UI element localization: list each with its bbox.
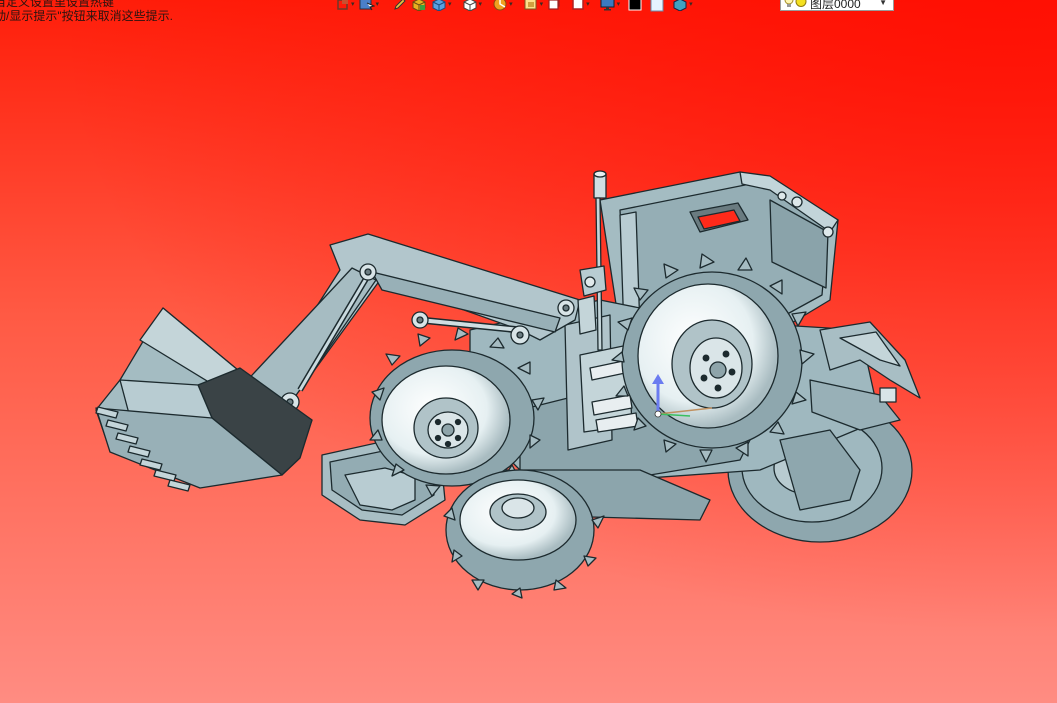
tractor-loader-model[interactable] [0, 0, 1057, 703]
graphics-viewport[interactable]: 自定义设置里设置热键 动/显示提示"按钮来取消这些提示. ▾ ▾ ▾ ▾ ▾ ▾… [0, 0, 1057, 703]
loader-bucket [95, 307, 313, 492]
exhaust-pipe [577, 170, 607, 351]
